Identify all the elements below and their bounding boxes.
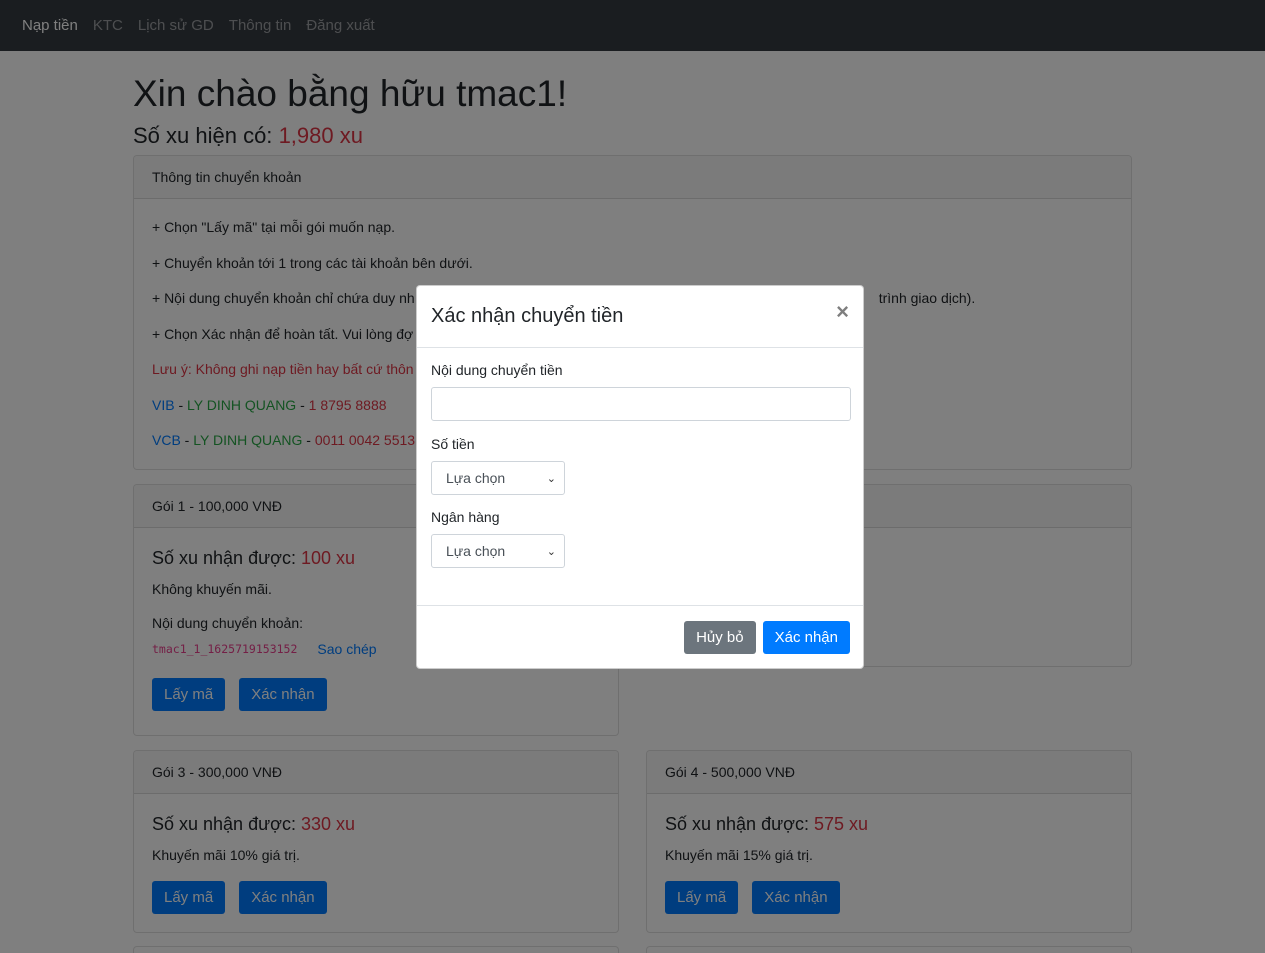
content-input[interactable]: [431, 387, 851, 421]
cancel-button[interactable]: Hủy bỏ: [684, 620, 756, 654]
chevron-down-icon: ⌄: [546, 472, 556, 485]
amount-select-value: Lựa chọn: [446, 470, 506, 486]
modal-confirm-button[interactable]: Xác nhận: [762, 620, 850, 654]
transfer-confirm-modal: Xác nhận chuyển tiền × Nội dung chuyển t…: [416, 285, 864, 669]
chevron-down-icon: ⌄: [546, 545, 556, 558]
bank-label: Ngân hàng: [431, 509, 500, 525]
modal-title: Xác nhận chuyển tiền: [431, 305, 624, 327]
bank-select[interactable]: Lựa chọn ⌄: [431, 534, 565, 568]
close-icon[interactable]: ×: [836, 300, 849, 323]
amount-select[interactable]: Lựa chọn ⌄: [431, 461, 565, 495]
amount-label: Số tiền: [431, 436, 475, 452]
bank-select-value: Lựa chọn: [446, 543, 506, 559]
content-label: Nội dung chuyển tiền: [431, 362, 563, 378]
